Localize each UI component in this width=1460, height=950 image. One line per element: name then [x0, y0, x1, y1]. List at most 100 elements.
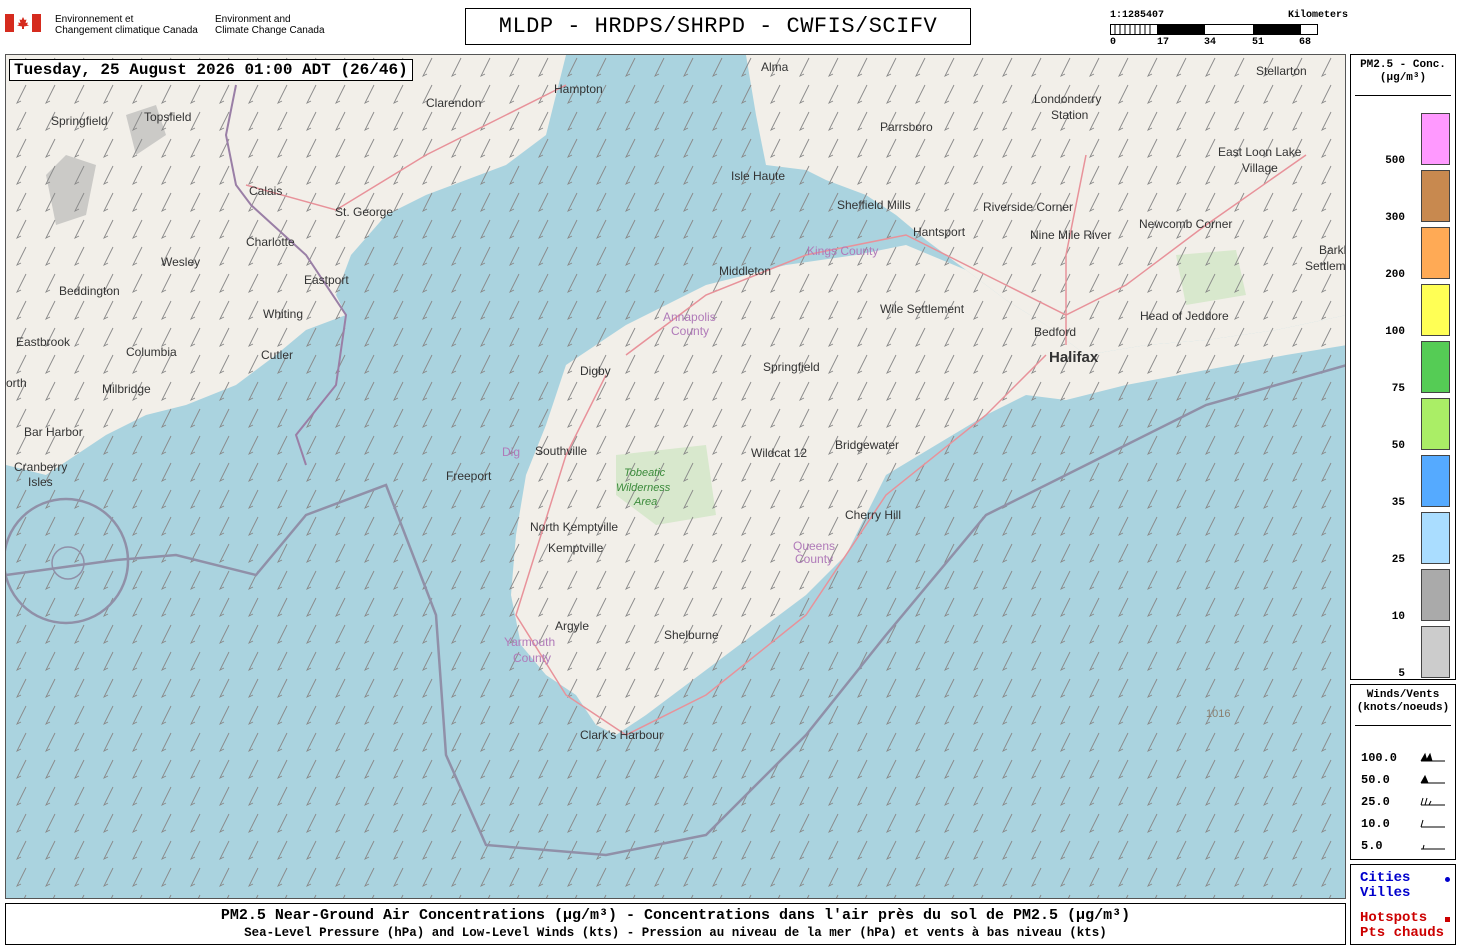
city-dot-icon	[1445, 877, 1450, 882]
cities-hotspots-legend: Cities Villes Hotspots Pts chauds	[1350, 864, 1456, 945]
city-label: Cherry Hill	[845, 508, 901, 522]
county-label: Queens	[793, 539, 835, 553]
map-canvas[interactable]: Alma Stellarton Hampton Clarendon London…	[6, 55, 1346, 899]
city-label: Newcomb Corner	[1139, 217, 1232, 231]
pm25-legend-title: PM2.5 - Conc.	[1360, 59, 1446, 71]
caption-line1: PM2.5 Near-Ground Air Concentrations (µg…	[220, 907, 1131, 924]
city-label: Wildcat 12	[751, 446, 807, 460]
city-label: Hampton	[554, 82, 603, 96]
city-label: Barkho	[1319, 243, 1346, 257]
wind-legend-title: Winds/Vents	[1366, 689, 1440, 701]
pm25-level-label: 200	[1385, 269, 1405, 281]
city-label: North Kemptville	[530, 520, 618, 534]
county-label: Yarmouth	[504, 635, 555, 649]
pm25-level-label: 25	[1391, 554, 1405, 566]
city-label: Shelburne	[664, 628, 719, 642]
wind-speed-label: 50.0	[1361, 773, 1390, 787]
city-label: Kemptville	[548, 541, 604, 555]
city-label: Argyle	[555, 619, 589, 633]
scale-bar: 1:1285407 Kilometers 0 17 34 51 68	[1108, 10, 1348, 50]
pm25-level-label: 75	[1391, 383, 1405, 395]
city-label: Digby	[580, 364, 611, 378]
city-label: Parrsboro	[880, 120, 933, 134]
pm25-level-label: 300	[1385, 212, 1405, 224]
city-label: Village	[1242, 161, 1278, 175]
city-label: Cranberry	[14, 460, 67, 474]
wind-legend-unit: (knots/noeuds)	[1356, 702, 1450, 714]
county-label: Dig	[502, 445, 520, 459]
wind-barbs-layer	[6, 55, 1345, 898]
pm25-color-swatch	[1421, 455, 1450, 507]
city-label: Stellarton	[1256, 64, 1307, 78]
hotspots-label: Hotspots	[1360, 910, 1428, 926]
park-label: Wilderness	[616, 482, 671, 494]
wind-speed-label: 5.0	[1361, 839, 1383, 853]
pm25-color-swatch	[1421, 113, 1450, 165]
city-label: Station	[1051, 108, 1088, 122]
city-label: Springfield	[763, 360, 820, 374]
map-caption: PM2.5 Near-Ground Air Concentrations (µg…	[5, 903, 1346, 945]
city-label: Bridgewater	[835, 438, 899, 452]
city-label: St. George	[335, 205, 393, 219]
scale-tick-68: 68	[1299, 37, 1312, 48]
pm25-color-swatch	[1421, 398, 1450, 450]
city-label: Bedford	[1034, 325, 1076, 339]
park-label: Tobeatic	[624, 467, 666, 479]
pm25-legend-unit: (µg/m³)	[1379, 72, 1427, 84]
scale-tick-0: 0	[1110, 37, 1117, 48]
city-label: Clarendon	[426, 96, 481, 110]
city-label: Eastport	[304, 273, 349, 287]
caption-line2: Sea-Level Pressure (hPa) and Low-Level W…	[244, 926, 1107, 940]
city-label: Hantsport	[913, 225, 966, 239]
city-label: Charlotte	[246, 235, 295, 249]
scale-tick-51: 51	[1252, 37, 1265, 48]
pm25-legend: PM2.5 - Conc. (µg/m³) 500 300 200 100 75 50 35…	[1350, 54, 1456, 680]
city-label: Middleton	[719, 264, 771, 278]
pm25-level-label: 5	[1398, 668, 1405, 680]
wind-legend: Winds/Vents (knots/noeuds) 100.0 50.0 25…	[1350, 684, 1456, 860]
city-label: Beddington	[59, 284, 120, 298]
city-label: Halifax	[1049, 349, 1099, 366]
canada-flag-icon	[5, 14, 41, 32]
city-label: East Loon Lake	[1218, 145, 1302, 159]
city-label: Settlem	[1305, 259, 1346, 273]
department-name-en: Environment and Climate Change Canada	[215, 14, 325, 36]
city-label: Southville	[535, 444, 587, 458]
map-panel[interactable]: Alma Stellarton Hampton Clarendon London…	[5, 54, 1346, 899]
hotspot-square-icon	[1445, 917, 1450, 922]
pm25-level-label: 500	[1385, 155, 1405, 167]
isobar-value-label: 1016	[1206, 708, 1230, 720]
city-label: Londonderry	[1034, 92, 1101, 106]
city-label: Sheffield Mills	[837, 198, 911, 212]
city-label: Milbridge	[102, 382, 151, 396]
city-label: Cutler	[261, 348, 293, 362]
city-label: Wesley	[161, 255, 200, 269]
department-name-fr: Environnement et Changement climatique C…	[55, 14, 198, 36]
city-label: Freeport	[446, 469, 492, 483]
pm25-level-label: 10	[1391, 611, 1405, 623]
pm25-color-swatch	[1421, 284, 1450, 336]
pm25-level-label: 50	[1391, 440, 1405, 452]
pm25-level-label: 100	[1385, 326, 1405, 338]
dept-fr-line1: Environnement et	[55, 14, 134, 25]
city-label: orth	[6, 376, 27, 390]
city-label: Clark's Harbour	[580, 728, 663, 742]
city-label: Springfield	[51, 114, 108, 128]
city-label: Isles	[28, 475, 53, 489]
scale-tick-17: 17	[1157, 37, 1170, 48]
city-label: Alma	[761, 60, 789, 74]
city-label: Isle Haute	[731, 169, 785, 183]
city-label: Columbia	[126, 345, 177, 359]
pm25-color-swatch	[1421, 569, 1450, 621]
county-label: County	[513, 651, 551, 665]
wind-barb-icons	[1420, 752, 1445, 850]
dept-en-line1: Environment and	[215, 14, 291, 25]
county-label: County	[671, 324, 709, 338]
dept-en-line2: Climate Change Canada	[215, 25, 325, 36]
page-title: MLDP - HRDPS/SHRPD - CWFIS/SCIFV	[465, 8, 971, 45]
city-label: Topsfield	[144, 110, 191, 124]
pm25-color-swatch	[1421, 170, 1450, 222]
county-label: County	[795, 552, 833, 566]
city-label: Head of Jeddore	[1140, 309, 1229, 323]
wind-speed-label: 25.0	[1361, 795, 1390, 809]
